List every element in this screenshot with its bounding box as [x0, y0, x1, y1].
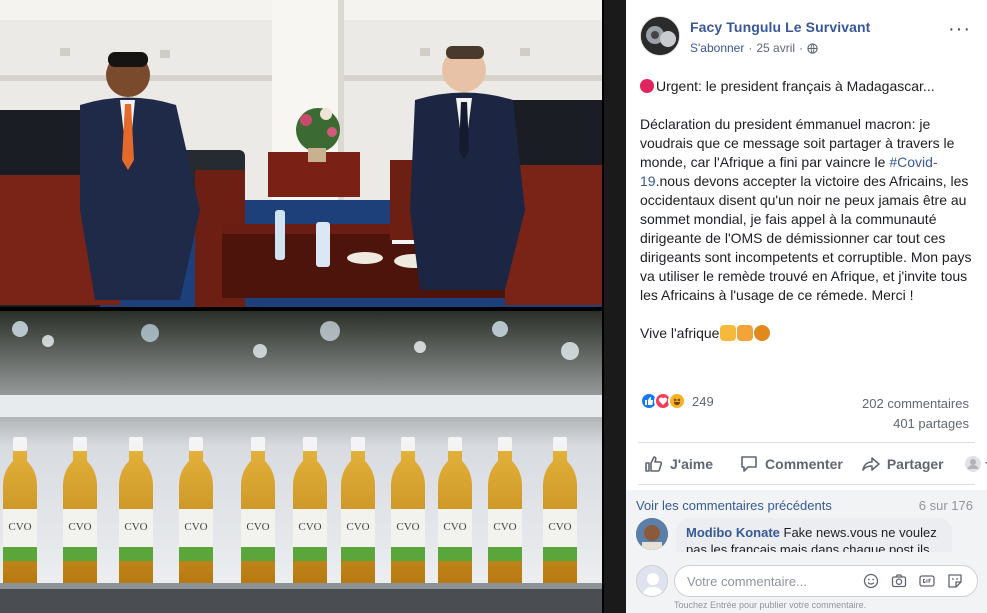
post-meta: S'abonner · 25 avril · [690, 41, 818, 55]
divider [638, 484, 975, 485]
camera-icon[interactable] [891, 573, 907, 589]
post-body: Déclaration du president émmanuel macron… [640, 115, 973, 305]
svg-text:CVO: CVO [298, 521, 321, 533]
comment-hint: Touchez Entrée pour publier votre commen… [674, 600, 867, 610]
post-closing-row: Vive l'afrique [640, 324, 973, 343]
action-bar: J'aime Commenter Partager [638, 446, 987, 482]
share-button[interactable]: Partager [861, 454, 944, 474]
haha-reaction-icon [668, 392, 686, 410]
sticker-icon[interactable] [947, 573, 963, 589]
share-label: Partager [886, 456, 944, 472]
meta-separator: · [748, 41, 753, 55]
svg-text:CVO: CVO [246, 521, 269, 533]
comment-item: Modibo Konate Fake news.vous ne voulez p… [636, 518, 976, 552]
reactions-summary[interactable]: 249 [640, 392, 714, 410]
like-button[interactable]: J'aime [644, 454, 713, 474]
author-avatar[interactable] [640, 16, 680, 56]
svg-text:CVO: CVO [346, 521, 369, 533]
svg-text:CVO: CVO [8, 521, 31, 533]
post-text: Urgent: le president français à Madagasc… [640, 77, 973, 362]
comment-input[interactable] [687, 566, 857, 596]
flexed-bicep-icon [720, 325, 737, 341]
svg-text:CVO: CVO [124, 521, 147, 533]
post-headline-row: Urgent: le president français à Madagasc… [640, 77, 973, 96]
bottles-photo: CVO CVO CVO CVO CVO CVO CVO CVO CVO CVO CVO [0, 311, 602, 613]
red-circle-icon [640, 79, 654, 93]
like-label: J'aime [670, 456, 714, 472]
post-headline: Urgent: le president français à Madagasc… [656, 78, 935, 94]
commenter-name[interactable]: Modibo Konate [686, 525, 780, 540]
comment-composer: Touchez Entrée pour publier votre commen… [626, 565, 987, 613]
media-separator [604, 0, 626, 613]
chevron-down-icon [984, 462, 987, 465]
engagement-counts: 202 commentaires 401 partages [862, 394, 969, 434]
gif-icon[interactable] [919, 573, 935, 589]
comment-label: Commenter [765, 456, 843, 472]
folded-hands-icon [737, 325, 754, 341]
svg-text:CVO: CVO [68, 521, 91, 533]
like-icon [645, 456, 663, 472]
svg-text:CVO: CVO [443, 521, 466, 533]
globe-icon [807, 42, 818, 54]
raised-fist-icon [754, 325, 771, 341]
post-media[interactable]: CVO CVO CVO CVO CVO CVO CVO CVO CVO CVO CVO [0, 0, 604, 613]
comment-bubble: Modibo Konate Fake news.vous ne voulez p… [676, 518, 952, 552]
svg-text:CVO: CVO [548, 521, 571, 533]
comments-count[interactable]: 202 commentaires [862, 394, 969, 414]
meta-separator: · [799, 41, 804, 55]
divider [638, 442, 975, 443]
share-icon [862, 457, 880, 471]
svg-text:CVO: CVO [493, 521, 516, 533]
view-previous-comments-link[interactable]: Voir les commentaires précédents [636, 498, 832, 513]
reactions-count: 249 [692, 393, 714, 409]
comments-section: Voir les commentaires précédents 6 sur 1… [626, 490, 987, 613]
svg-text:CVO: CVO [184, 521, 207, 533]
comments-pagination: 6 sur 176 [918, 498, 973, 513]
post-panel: Facy Tungulu Le Survivant S'abonner · 25… [626, 0, 987, 613]
more-options-button[interactable]: ··· [948, 18, 971, 41]
comment-box [674, 565, 978, 597]
commenter-avatar[interactable] [636, 518, 668, 550]
shares-count[interactable]: 401 partages [862, 414, 969, 434]
post-closing: Vive l'afrique [640, 325, 720, 341]
author-name[interactable]: Facy Tungulu Le Survivant [690, 19, 870, 35]
comment-button[interactable]: Commenter [739, 454, 843, 474]
post-body-part: .nous devons accepter la victoire des Af… [640, 173, 972, 303]
audience-selector[interactable] [964, 455, 987, 473]
comment-icon [741, 456, 757, 472]
audience-icon [964, 456, 981, 472]
current-user-avatar [636, 565, 668, 597]
svg-text:CVO: CVO [396, 521, 419, 533]
meeting-photo [0, 0, 602, 307]
follow-link[interactable]: S'abonner [690, 41, 744, 55]
post-header: Facy Tungulu Le Survivant S'abonner · 25… [640, 16, 977, 60]
emoji-icon[interactable] [863, 573, 879, 589]
post-date[interactable]: 25 avril [756, 41, 795, 55]
